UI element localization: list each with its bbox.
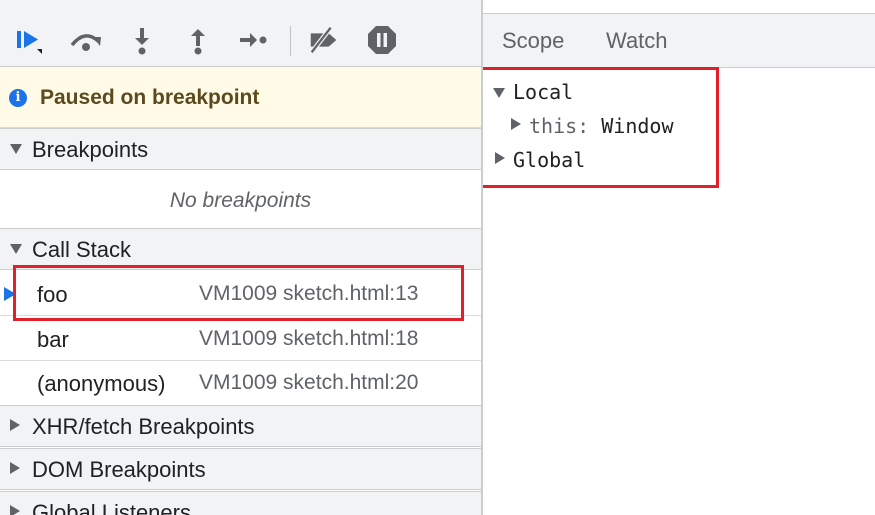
- top-strip: [483, 0, 875, 14]
- step-into-button[interactable]: [124, 22, 160, 58]
- frame-function-name: (anonymous): [37, 371, 166, 396]
- expand-triangle-icon: [10, 244, 22, 254]
- paused-banner: i Paused on breakpoint: [0, 67, 481, 128]
- current-frame-arrow-icon: [4, 287, 16, 301]
- frame-location: VM1009 sketch.html:13: [199, 282, 419, 305]
- collapsed-triangle-icon: [495, 152, 505, 164]
- step-into-icon: [135, 28, 149, 55]
- scope-local-row[interactable]: Local: [493, 80, 573, 104]
- section-label: Breakpoints: [32, 137, 149, 162]
- step-out-button[interactable]: [180, 22, 216, 58]
- collapsed-triangle-icon: [10, 505, 20, 515]
- tab-watch[interactable]: Watch: [606, 28, 668, 54]
- step-out-icon: [191, 29, 205, 55]
- section-label: DOM Breakpoints: [32, 457, 206, 482]
- scope-local-label: Local: [513, 80, 574, 104]
- debugger-sidebar: i Paused on breakpoint Breakpoints No br…: [0, 0, 481, 515]
- section-label: Global Listeners: [32, 500, 191, 515]
- scope-panel: Scope Watch Local this: Window Global: [483, 0, 875, 515]
- global-listeners-section-header[interactable]: Global Listeners: [0, 491, 481, 515]
- resume-icon: [17, 31, 42, 54]
- collapsed-triangle-icon: [511, 118, 521, 130]
- breakpoints-section-header[interactable]: Breakpoints: [0, 128, 481, 170]
- deactivate-breakpoints-icon: [309, 26, 337, 54]
- call-frame-foo[interactable]: foo VM1009 sketch.html:13: [0, 272, 481, 316]
- scope-watch-tabs: Scope Watch: [483, 14, 875, 68]
- scope-global-label: Global: [513, 148, 586, 172]
- call-frame-bar[interactable]: bar VM1009 sketch.html:18: [0, 317, 481, 361]
- pause-icon: [368, 26, 396, 54]
- toolbar-separator: [290, 26, 291, 56]
- no-breakpoints-message: No breakpoints: [169, 189, 312, 212]
- frame-function-name: bar: [37, 327, 69, 352]
- frame-location: VM1009 sketch.html:18: [199, 327, 419, 350]
- expand-triangle-icon: [493, 88, 505, 98]
- frame-location: VM1009 sketch.html:20: [199, 371, 419, 394]
- scope-this-key: this:: [529, 114, 590, 138]
- expand-triangle-icon: [10, 144, 22, 154]
- call-frame-anonymous[interactable]: (anonymous) VM1009 sketch.html:20: [0, 361, 481, 405]
- collapsed-triangle-icon: [10, 462, 20, 474]
- tab-scope[interactable]: Scope: [502, 28, 564, 54]
- section-label: XHR/fetch Breakpoints: [32, 414, 255, 439]
- step-over-icon: [70, 34, 101, 51]
- step-over-button[interactable]: [68, 22, 104, 58]
- xhr-breakpoints-section-header[interactable]: XHR/fetch Breakpoints: [0, 405, 481, 447]
- pause-on-exceptions-button[interactable]: [364, 22, 400, 58]
- deactivate-breakpoints-button[interactable]: [306, 22, 342, 58]
- section-label: Call Stack: [32, 237, 132, 262]
- resume-button[interactable]: [10, 22, 46, 58]
- call-stack-section-header[interactable]: Call Stack: [0, 228, 481, 270]
- scope-global-row[interactable]: Global: [493, 148, 585, 172]
- scope-this-value: Window: [601, 114, 674, 138]
- frame-function-name: foo: [37, 282, 68, 307]
- scope-this-row[interactable]: this: Window: [511, 114, 674, 138]
- debugger-toolbar: [0, 0, 481, 67]
- dom-breakpoints-section-header[interactable]: DOM Breakpoints: [0, 448, 481, 490]
- collapsed-triangle-icon: [10, 419, 20, 431]
- info-icon: i: [9, 89, 27, 107]
- step-icon: [240, 33, 267, 47]
- step-button[interactable]: [234, 22, 270, 58]
- paused-message: Paused on breakpoint: [40, 86, 260, 109]
